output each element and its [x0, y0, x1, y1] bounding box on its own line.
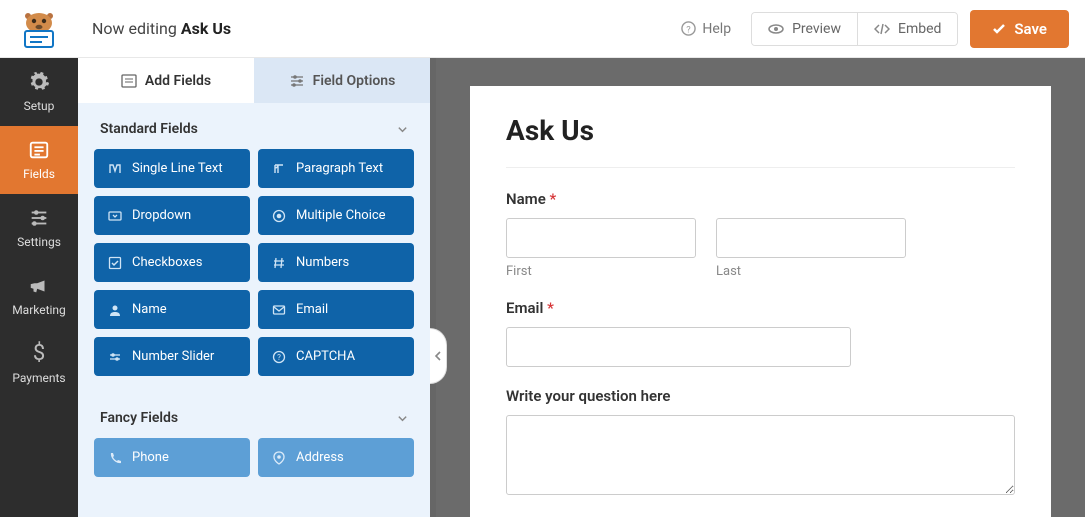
- preview-label: Preview: [792, 21, 841, 37]
- tab-field-options-label: Field Options: [313, 73, 396, 89]
- editing-formname: Ask Us: [181, 19, 231, 38]
- code-icon: [874, 21, 890, 37]
- field-single-line-text[interactable]: Single Line Text: [94, 149, 250, 188]
- save-button[interactable]: Save: [970, 10, 1069, 48]
- section-fancy-title: Fancy Fields: [100, 410, 178, 426]
- last-sublabel: Last: [716, 264, 906, 279]
- field-checkboxes[interactable]: Checkboxes: [94, 243, 250, 282]
- field-name-row[interactable]: Name * First Last: [506, 190, 1015, 279]
- last-name-input[interactable]: [716, 218, 906, 258]
- fields-panel: Add Fields Field Options Standard Fields…: [78, 58, 436, 517]
- collapse-panel-button[interactable]: [430, 328, 447, 384]
- rail-setup-label: Setup: [24, 99, 55, 113]
- field-name[interactable]: Name: [94, 290, 250, 329]
- rail-setup[interactable]: Setup: [0, 58, 78, 126]
- add-fields-icon: [121, 73, 137, 89]
- rail-settings-label: Settings: [17, 235, 61, 249]
- field-phone[interactable]: Phone: [94, 438, 250, 477]
- field-number-slider[interactable]: Number Slider: [94, 337, 250, 376]
- tab-add-fields[interactable]: Add Fields: [78, 58, 254, 103]
- question-label: Write your question here: [506, 387, 1015, 405]
- field-email-row[interactable]: Email *: [506, 299, 1015, 367]
- field-email[interactable]: Email: [258, 290, 414, 329]
- form-canvas: Ask Us Name * First Last Email *: [470, 86, 1051, 517]
- check-icon: [992, 22, 1006, 36]
- rail-fields[interactable]: Fields: [0, 126, 78, 194]
- nav-rail: Setup Fields Settings Marketing $ Paymen…: [0, 58, 78, 517]
- chevron-down-icon: [397, 413, 408, 424]
- first-name-input[interactable]: [506, 218, 696, 258]
- form-title: Ask Us: [506, 114, 1015, 168]
- field-options-icon: [289, 73, 305, 89]
- preview-embed-group: Preview Embed: [751, 12, 958, 46]
- main: Setup Fields Settings Marketing $ Paymen…: [0, 58, 1085, 517]
- rail-settings[interactable]: Settings: [0, 194, 78, 262]
- topbar: Now editing Ask Us ? Help Preview Embed …: [0, 0, 1085, 58]
- bullhorn-icon: [28, 275, 50, 297]
- field-paragraph-text[interactable]: Paragraph Text: [258, 149, 414, 188]
- email-input[interactable]: [506, 327, 851, 367]
- help-icon: ?: [681, 21, 696, 36]
- svg-text:?: ?: [277, 353, 281, 362]
- required-mark: *: [547, 299, 554, 317]
- field-multiple-choice[interactable]: Multiple Choice: [258, 196, 414, 235]
- standard-field-grid: Single Line Text Paragraph Text Dropdown…: [78, 149, 430, 392]
- section-standard-fields[interactable]: Standard Fields: [78, 103, 430, 149]
- rail-payments[interactable]: $ Payments: [0, 330, 78, 398]
- email-label: Email *: [506, 299, 1015, 317]
- help-label: Help: [702, 21, 731, 37]
- field-question-row[interactable]: Write your question here: [506, 387, 1015, 499]
- name-label: Name *: [506, 190, 1015, 208]
- rail-fields-label: Fields: [23, 167, 55, 181]
- sliders-icon: [28, 207, 50, 229]
- rail-marketing[interactable]: Marketing: [0, 262, 78, 330]
- rail-payments-label: Payments: [12, 371, 65, 385]
- field-dropdown[interactable]: Dropdown: [94, 196, 250, 235]
- first-sublabel: First: [506, 264, 696, 279]
- save-label: Save: [1014, 20, 1047, 38]
- rail-marketing-label: Marketing: [12, 303, 66, 317]
- field-captcha[interactable]: ?CAPTCHA: [258, 337, 414, 376]
- wpforms-logo-icon: [17, 9, 61, 49]
- editing-label: Now editing Ask Us: [92, 19, 231, 38]
- chevron-left-icon: [434, 350, 442, 362]
- question-textarea[interactable]: [506, 415, 1015, 495]
- section-standard-title: Standard Fields: [100, 121, 198, 137]
- editing-prefix: Now editing: [92, 19, 181, 38]
- svg-text:?: ?: [687, 24, 692, 35]
- eye-icon: [768, 21, 784, 37]
- embed-label: Embed: [898, 21, 941, 37]
- logo: [0, 0, 78, 58]
- gear-icon: [28, 71, 50, 93]
- required-mark: *: [550, 190, 557, 208]
- field-numbers[interactable]: Numbers: [258, 243, 414, 282]
- canvas-wrap[interactable]: Ask Us Name * First Last Email *: [436, 58, 1085, 517]
- panel-tabs: Add Fields Field Options: [78, 58, 430, 103]
- field-address[interactable]: Address: [258, 438, 414, 477]
- embed-button[interactable]: Embed: [857, 13, 957, 45]
- panel-body[interactable]: Standard Fields Single Line Text Paragra…: [78, 103, 430, 517]
- tab-add-fields-label: Add Fields: [145, 73, 211, 89]
- topbar-right: ? Help Preview Embed Save: [673, 10, 1069, 48]
- dollar-icon: $: [28, 343, 50, 365]
- chevron-down-icon: [397, 124, 408, 135]
- preview-button[interactable]: Preview: [752, 13, 857, 45]
- section-fancy-fields[interactable]: Fancy Fields: [78, 392, 430, 438]
- help-link[interactable]: ? Help: [673, 15, 739, 43]
- name-pair: First Last: [506, 218, 1015, 279]
- form-icon: [28, 139, 50, 161]
- fancy-field-grid: Phone Address: [78, 438, 430, 493]
- tab-field-options[interactable]: Field Options: [254, 58, 430, 103]
